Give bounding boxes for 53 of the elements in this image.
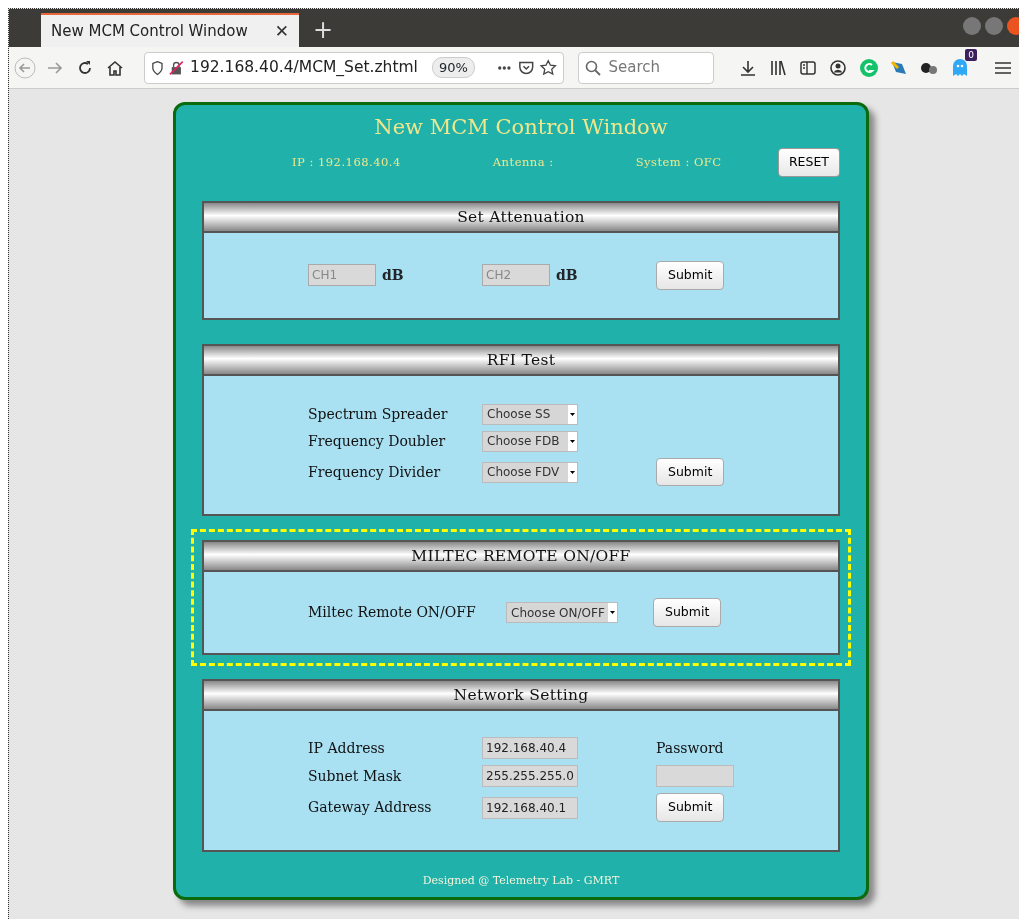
field-label: Frequency Divider xyxy=(308,462,442,482)
caret-icon xyxy=(568,462,577,482)
status-text: System : OFC xyxy=(635,153,722,171)
dropdown[interactable]: Choose FDV xyxy=(482,461,578,483)
field-label: Gateway Address xyxy=(308,798,433,818)
maximize-icon[interactable] xyxy=(985,17,1003,35)
field-label: Subnet Mask xyxy=(308,766,403,786)
unit-label: dB xyxy=(382,265,404,285)
password-field[interactable] xyxy=(656,765,734,788)
input-field[interactable]: CH1 xyxy=(308,264,376,287)
pocket-icon[interactable] xyxy=(517,59,534,76)
field-label: Miltec Remote ON/OFF xyxy=(308,603,477,623)
submit-button[interactable]: Submit xyxy=(656,793,725,822)
caret-icon xyxy=(608,603,617,623)
url-text: 192.168.40.4/MCM_Set.zhtml xyxy=(190,56,418,78)
shield-icon xyxy=(150,59,164,76)
submit-button[interactable]: Submit xyxy=(653,598,722,628)
footer-text: Designed @ Telemetry Lab - GMRT xyxy=(421,872,621,889)
submit-button[interactable]: Submit xyxy=(656,260,725,290)
dropdown[interactable]: Choose ON/OFF xyxy=(506,602,618,624)
input-field[interactable]: CH2 xyxy=(482,264,550,287)
browser-tab[interactable]: New MCM Control Window ✕ xyxy=(41,13,299,47)
insecure-lock-icon xyxy=(169,59,184,76)
input-field[interactable]: 255.255.255.0 xyxy=(482,765,578,788)
status-text: IP : 192.168.40.4 xyxy=(292,153,401,171)
star-icon[interactable] xyxy=(540,58,557,77)
reset-button[interactable]: RESET xyxy=(777,148,840,177)
page-title: New MCM Control Window xyxy=(373,115,669,141)
field-label: Frequency Doubler xyxy=(308,431,447,451)
section-header: Set Attenuation xyxy=(204,202,838,233)
address-bar[interactable]: 192.168.40.4/MCM_Set.zhtml 90% xyxy=(143,51,564,84)
dropdown[interactable]: Choose SS xyxy=(482,403,578,425)
dropdown[interactable]: Choose FDB xyxy=(482,430,578,452)
search-box[interactable]: Search xyxy=(577,51,714,84)
more-icon[interactable] xyxy=(496,64,512,71)
unit-label: dB xyxy=(556,265,578,285)
caret-icon xyxy=(568,404,577,424)
field-label: Password xyxy=(656,738,725,758)
tab-title: New MCM Control Window xyxy=(51,20,248,42)
minimize-icon[interactable] xyxy=(963,17,981,35)
submit-button[interactable]: Submit xyxy=(656,457,725,487)
status-text: Antenna : xyxy=(492,153,554,171)
field-label: Spectrum Spreader xyxy=(308,404,449,424)
field-label: IP Address xyxy=(308,738,386,758)
zoom-level[interactable]: 90% xyxy=(431,56,475,79)
section-header: RFI Test xyxy=(204,345,838,376)
input-field[interactable]: 192.168.40.4 xyxy=(482,737,578,760)
section-header: Network Setting xyxy=(204,681,838,712)
notification-badge: 0 xyxy=(965,48,977,61)
section-header: MILTEC REMOTE ON/OFF xyxy=(204,542,838,573)
input-field[interactable]: 192.168.40.1 xyxy=(482,796,578,819)
caret-icon xyxy=(568,431,577,451)
search-icon xyxy=(584,59,601,76)
